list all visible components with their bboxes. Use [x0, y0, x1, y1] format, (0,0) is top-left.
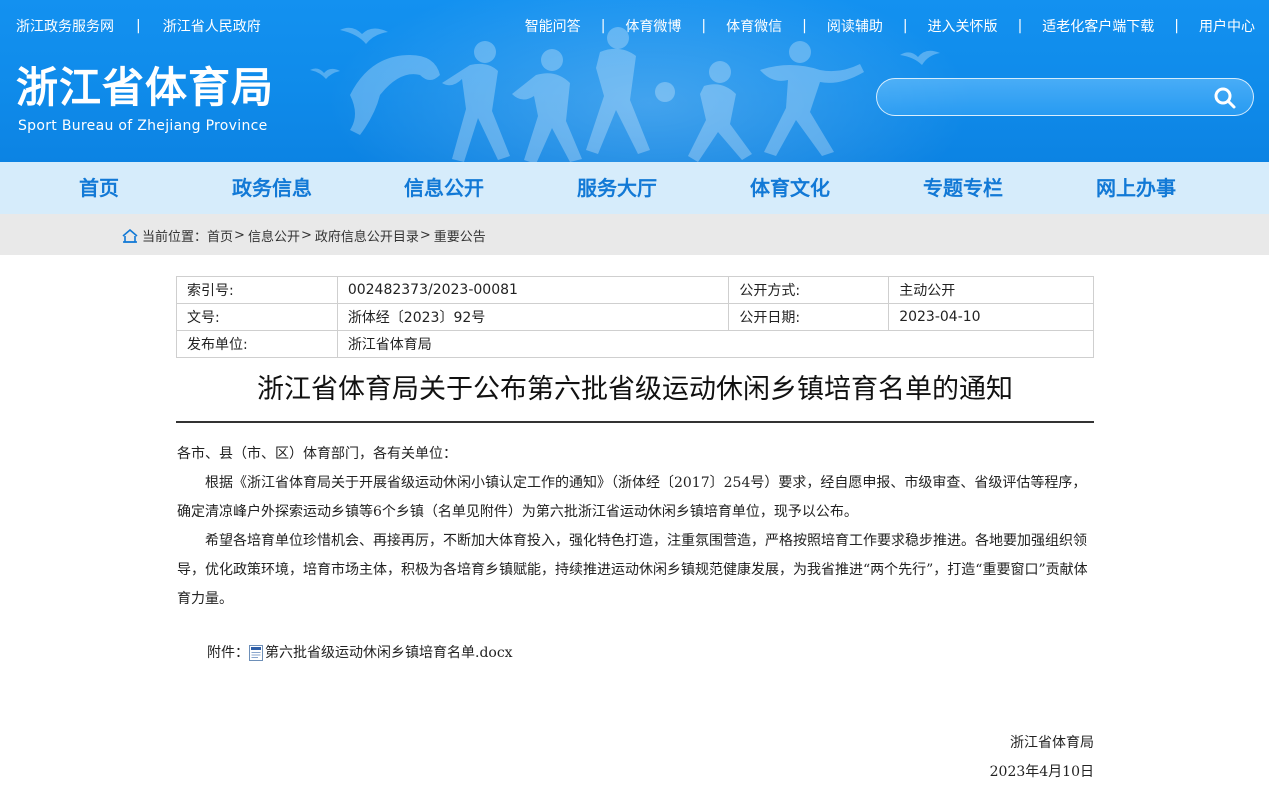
toplink-zjzwfw[interactable]: 浙江政务服务网	[16, 16, 114, 36]
site-logo-title[interactable]: 浙江省体育局	[16, 64, 274, 112]
breadcrumb-disclosure-catalog[interactable]: 政府信息公开目录	[315, 226, 419, 245]
article-body: 各市、县（市、区）体育部门，各有关单位： 根据《浙江省体育局关于开展省级运动休闲…	[177, 440, 1094, 614]
main-nav: 首页 政务信息 信息公开 服务大厅 体育文化 专题专栏 网上办事	[0, 162, 1269, 214]
breadcrumb-label: 当前位置：	[142, 230, 208, 245]
toplink-reading-aid[interactable]: 阅读辅助	[827, 16, 883, 36]
breadcrumb-separator: >	[419, 228, 431, 243]
meta-row: 发布单位: 浙江省体育局	[176, 330, 1095, 358]
toplink-separator: |	[136, 18, 141, 34]
toplink-care-mode[interactable]: 进入关怀版	[928, 16, 998, 36]
site-logo-subtitle: Sport Bureau of Zhejiang Province	[18, 118, 268, 134]
nav-item-online-services[interactable]: 网上办事	[1096, 162, 1176, 214]
article-salutation: 各市、县（市、区）体育部门，各有关单位：	[177, 446, 457, 462]
meta-doc-number-value: 浙体经〔2023〕92号	[336, 303, 730, 331]
word-doc-icon	[249, 645, 263, 661]
document-meta-table: 索引号: 002482373/2023-00081 公开方式: 主动公开 文号:…	[176, 276, 1095, 358]
meta-date-label: 公开日期:	[728, 303, 890, 331]
search-icon[interactable]	[1213, 86, 1237, 110]
meta-method-value: 主动公开	[888, 276, 1094, 304]
article-paragraph-2: 希望各培育单位珍惜机会、再接再厉，不断加大体育投入，强化特色打造，注重氛围营造，…	[177, 533, 1088, 607]
toplink-separator: |	[1174, 18, 1179, 34]
search-box	[876, 78, 1254, 116]
breadcrumb-info-disclosure[interactable]: 信息公开	[248, 226, 300, 245]
signature-org: 浙江省体育局	[1010, 735, 1094, 751]
meta-row: 索引号: 002482373/2023-00081 公开方式: 主动公开	[176, 276, 1094, 304]
meta-publisher-label: 发布单位:	[176, 330, 338, 358]
meta-doc-number-label: 文号:	[176, 303, 338, 331]
meta-index-label: 索引号:	[176, 276, 338, 304]
nav-item-home[interactable]: 首页	[79, 162, 119, 214]
meta-publisher-value: 浙江省体育局	[336, 330, 1095, 358]
nav-item-service-hall[interactable]: 服务大厅	[577, 162, 657, 214]
search-input[interactable]	[893, 85, 1193, 111]
top-links-left: 浙江政务服务网 | 浙江省人民政府	[16, 16, 261, 36]
meta-row: 文号: 浙体经〔2023〕92号 公开日期: 2023-04-10	[176, 303, 1094, 331]
breadcrumb-home[interactable]: 首页	[207, 226, 233, 245]
toplink-elderly-client-download[interactable]: 适老化客户端下载	[1042, 16, 1154, 36]
attachment-link[interactable]: 第六批省级运动休闲乡镇培育名单.docx	[265, 641, 513, 665]
toplink-user-center[interactable]: 用户中心	[1199, 16, 1255, 36]
nav-item-sports-culture[interactable]: 体育文化	[750, 162, 830, 214]
toplink-separator: |	[701, 18, 707, 34]
toplink-separator: |	[1017, 18, 1023, 34]
toplink-weibo[interactable]: 体育微博	[625, 16, 681, 36]
toplink-separator: |	[600, 18, 606, 34]
header-banner: 浙江政务服务网 | 浙江省人民政府 智能问答 | 体育微博 | 体育微信 | 阅…	[0, 0, 1269, 162]
nav-item-special-topics[interactable]: 专题专栏	[923, 162, 1003, 214]
toplink-wechat[interactable]: 体育微信	[726, 16, 782, 36]
breadcrumb: 当前位置： 首页 > 信息公开 > 政府信息公开目录 > 重要公告	[122, 226, 486, 245]
toplink-smart-qa[interactable]: 智能问答	[525, 16, 581, 36]
meta-index-value: 002482373/2023-00081	[336, 276, 730, 304]
attachment-label: 附件：	[207, 645, 249, 661]
nav-item-government-info[interactable]: 政务信息	[232, 162, 312, 214]
attachment-line: 附件： 第六批省级运动休闲乡镇培育名单.docx	[207, 641, 513, 665]
toplink-zj-government[interactable]: 浙江省人民政府	[163, 16, 261, 36]
meta-date-value: 2023-04-10	[888, 303, 1094, 331]
breadcrumb-separator: >	[300, 228, 312, 243]
breadcrumb-important-notices[interactable]: 重要公告	[434, 226, 486, 245]
title-divider	[176, 421, 1094, 423]
meta-method-label: 公开方式:	[728, 276, 890, 304]
toplink-separator: |	[802, 18, 807, 34]
nav-item-info-disclosure[interactable]: 信息公开	[404, 162, 484, 214]
toplink-separator: |	[902, 18, 908, 34]
article-title: 浙江省体育局关于公布第六批省级运动休闲乡镇培育名单的通知	[257, 374, 1013, 405]
breadcrumb-bar: 当前位置： 首页 > 信息公开 > 政府信息公开目录 > 重要公告	[0, 214, 1269, 255]
top-links-right: 智能问答 | 体育微博 | 体育微信 | 阅读辅助 | 进入关怀版 | 适老化客…	[525, 16, 1255, 36]
home-icon	[122, 228, 138, 243]
signature-block: 浙江省体育局 2023年4月10日	[990, 729, 1094, 787]
signature-date: 2023年4月10日	[989, 764, 1094, 780]
breadcrumb-separator: >	[234, 228, 245, 243]
article-paragraph-1: 根据《浙江省体育局关于开展省级运动休闲小镇认定工作的通知》（浙体经〔2017〕2…	[177, 475, 1087, 520]
